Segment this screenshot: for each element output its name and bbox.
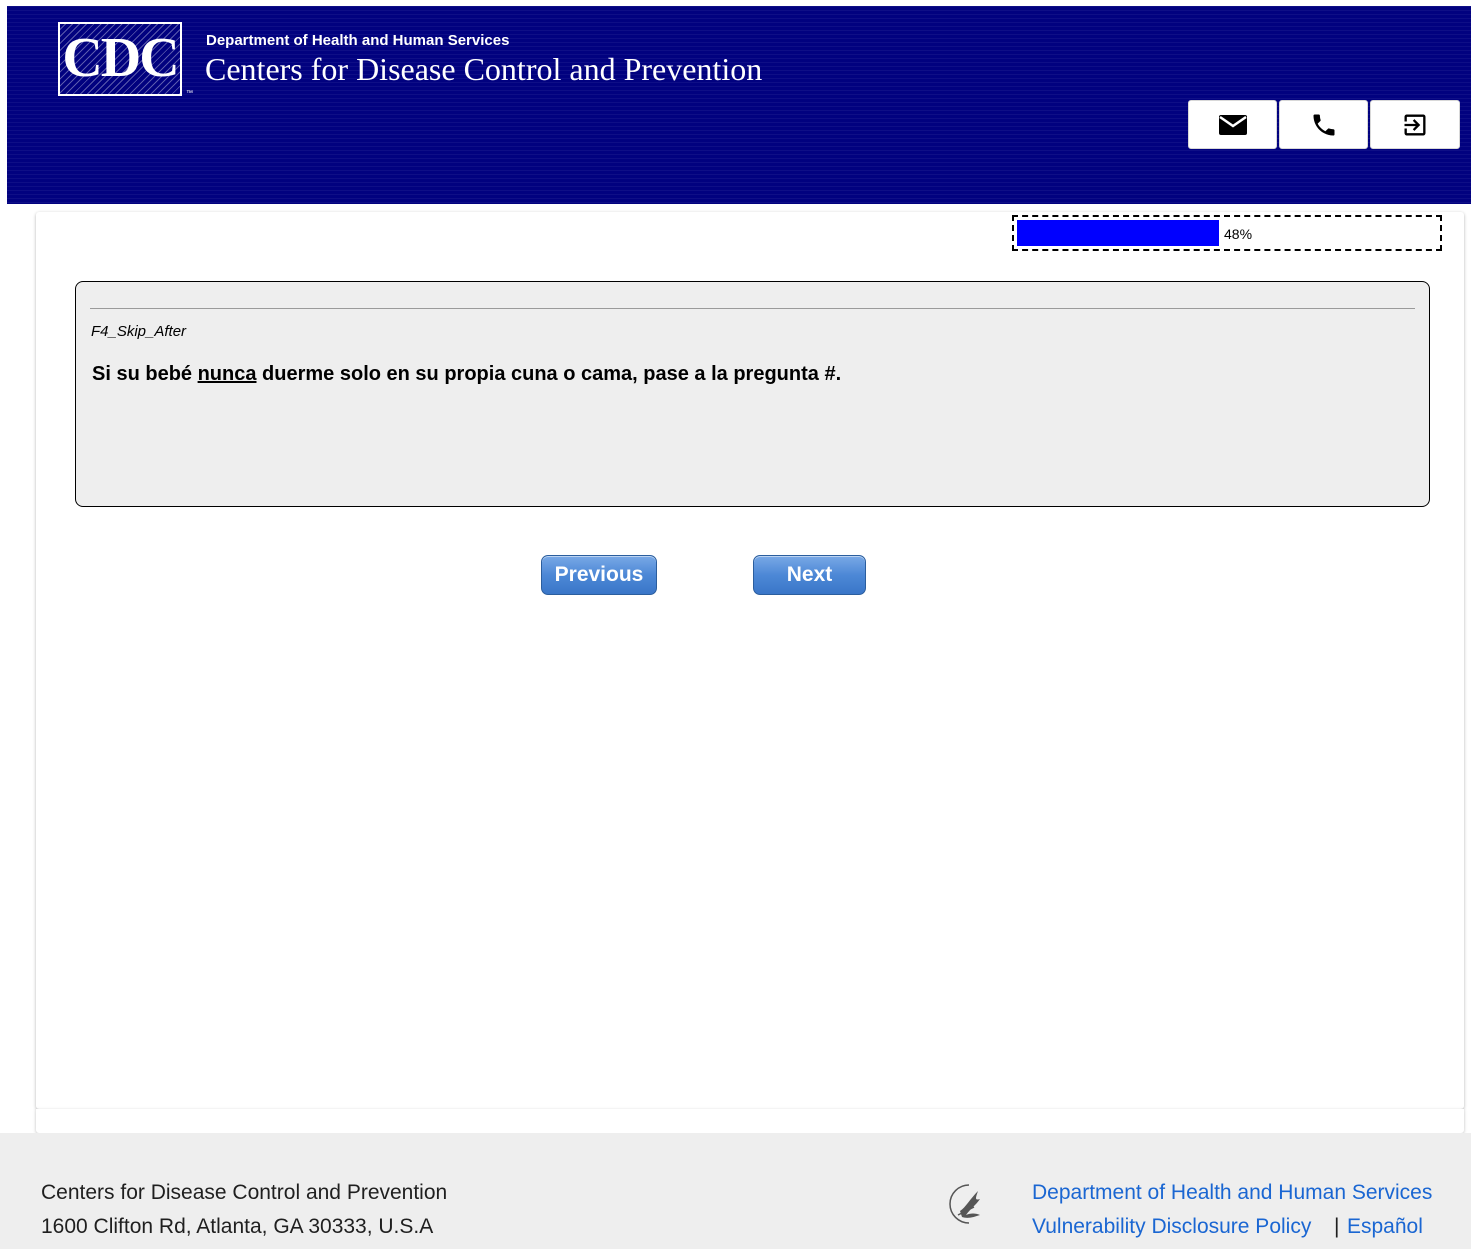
progress-bar-fill — [1017, 220, 1219, 246]
footer-link-espanol[interactable]: Español — [1347, 1215, 1423, 1239]
question-text-emphasis: nunca — [197, 363, 257, 385]
email-button[interactable] — [1188, 100, 1277, 149]
footer-address: 1600 Clifton Rd, Atlanta, GA 30333, U.S.… — [41, 1215, 434, 1238]
site-header: CDC ™ Department of Health and Human Ser… — [7, 6, 1471, 204]
logo-trademark: ™ — [186, 90, 193, 97]
exit-button[interactable] — [1370, 100, 1460, 149]
previous-button[interactable]: Previous — [541, 555, 657, 595]
question-text-before: Si su bebé — [92, 363, 198, 385]
hhs-eagle-icon — [949, 1184, 980, 1224]
question-text: Si su bebé nunca duerme solo en su propi… — [92, 363, 841, 386]
footer-separator-card — [36, 1109, 1464, 1133]
question-box: F4_Skip_After Si su bebé nunca duerme so… — [75, 281, 1430, 507]
phone-button[interactable] — [1279, 100, 1368, 149]
progress-label: 48% — [1224, 226, 1253, 242]
mail-icon — [1218, 114, 1247, 135]
footer-link-separator: | — [1334, 1215, 1340, 1238]
footer-link-vulnerability-disclosure[interactable]: Vulnerability Disclosure Policy — [1032, 1215, 1311, 1239]
progress-bar: 48% — [1012, 215, 1442, 251]
question-divider — [90, 308, 1415, 309]
exit-icon — [1404, 114, 1426, 135]
department-name: Department of Health and Human Services — [206, 32, 510, 49]
question-text-after: duerme solo en su propia cuna o cama, pa… — [256, 363, 842, 385]
footer-link-hhs[interactable]: Department of Health and Human Services — [1032, 1181, 1432, 1205]
next-button[interactable]: Next — [753, 555, 866, 595]
question-code: F4_Skip_After — [91, 323, 187, 340]
site-footer: Centers for Disease Control and Preventi… — [0, 1133, 1471, 1249]
footer-org-name: Centers for Disease Control and Preventi… — [41, 1181, 448, 1204]
phone-icon — [1313, 114, 1334, 135]
cdc-logo[interactable]: CDC — [58, 22, 182, 96]
cdc-logo-text: CDC — [62, 27, 179, 89]
agency-name: Centers for Disease Control and Preventi… — [205, 51, 763, 87]
